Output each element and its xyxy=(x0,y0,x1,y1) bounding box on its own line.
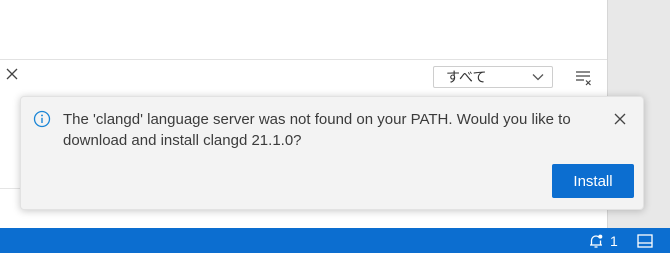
notification-count: 1 xyxy=(610,232,618,249)
bell-dot-icon xyxy=(590,234,603,248)
panel-toggle-button[interactable] xyxy=(636,232,654,249)
panel-layout-icon xyxy=(637,233,653,248)
panel-close-button[interactable] xyxy=(4,66,20,82)
chevron-down-icon xyxy=(532,73,544,81)
close-icon xyxy=(6,68,18,80)
install-button[interactable]: Install xyxy=(552,164,634,198)
filter-dropdown[interactable]: すべて xyxy=(433,66,553,88)
notification-message: The 'clangd' language server was not fou… xyxy=(63,111,571,149)
notification-close-button[interactable] xyxy=(612,111,628,127)
close-icon xyxy=(614,113,626,125)
status-notifications[interactable]: 1 xyxy=(588,232,618,249)
clear-all-icon xyxy=(576,71,591,86)
status-bar: 1 xyxy=(0,228,670,253)
info-icon xyxy=(33,110,51,128)
editor-area xyxy=(0,0,607,60)
notification-toast: The 'clangd' language server was not fou… xyxy=(20,96,644,210)
clear-output-button[interactable] xyxy=(573,68,595,88)
filter-selected-value: すべて xyxy=(446,69,487,85)
